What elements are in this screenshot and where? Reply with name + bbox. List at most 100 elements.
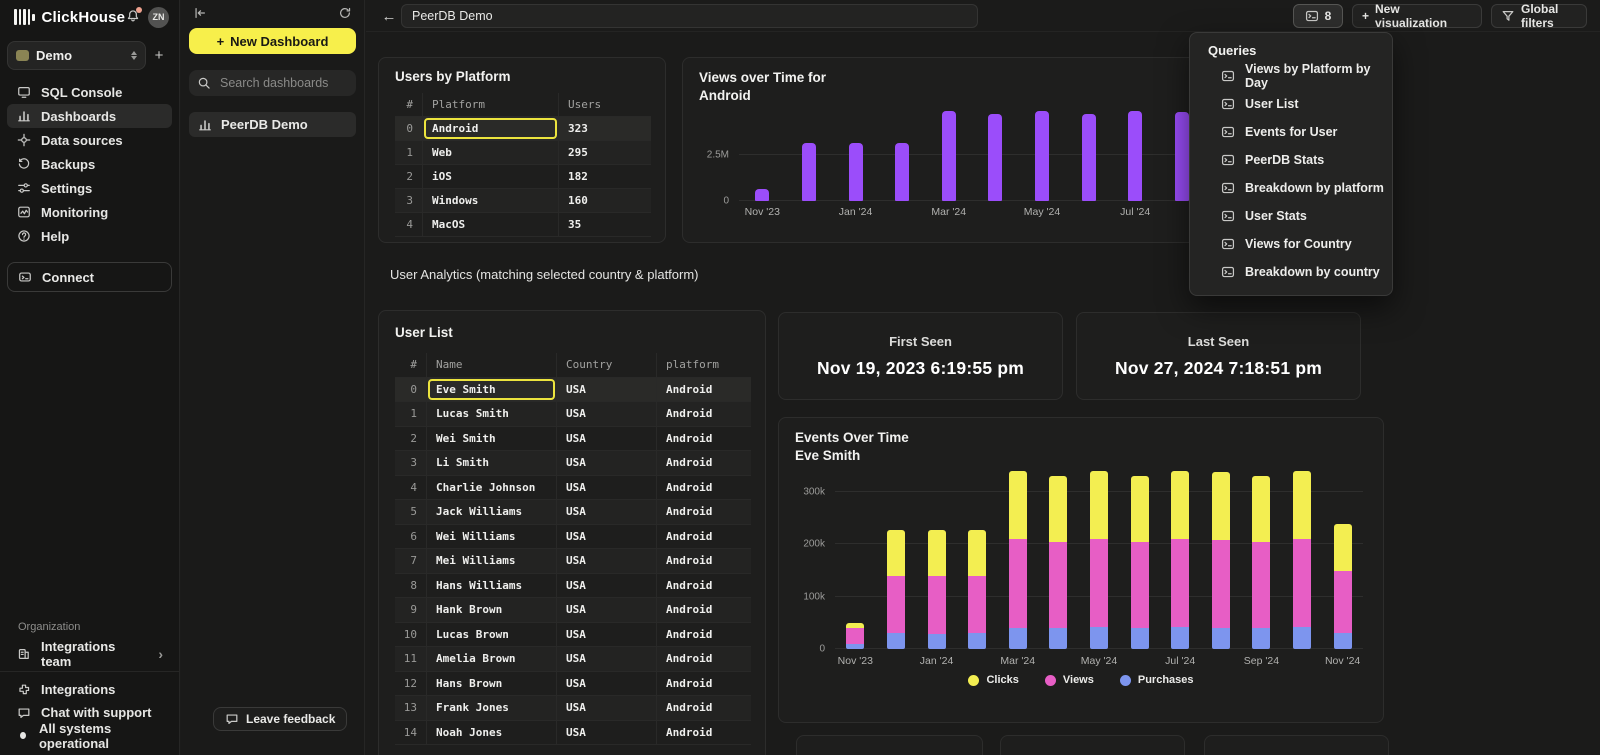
table-row[interactable]: 3Li SmithUSAAndroid <box>395 451 751 476</box>
table-cell[interactable]: 12 <box>395 672 427 696</box>
table-cell[interactable]: Wei Williams <box>427 525 557 549</box>
table-cell[interactable]: 3 <box>395 451 427 475</box>
refresh-icon[interactable] <box>338 6 352 20</box>
table-row[interactable]: 4MacOS35 <box>395 213 651 237</box>
table-cell[interactable]: USA <box>557 378 657 402</box>
table-row[interactable]: 5Jack WilliamsUSAAndroid <box>395 500 751 525</box>
table-cell[interactable]: USA <box>557 402 657 426</box>
table-row[interactable]: 1Web295 <box>395 141 651 165</box>
query-menu-item[interactable]: User Stats <box>1190 202 1392 230</box>
sidebar-item-sql-console[interactable]: SQL Console <box>7 80 172 104</box>
sidebar-item-help[interactable]: Help <box>7 224 172 248</box>
sidebar-item-dashboards[interactable]: Dashboards <box>7 104 172 128</box>
table-cell[interactable]: iOS <box>423 165 559 188</box>
table-row[interactable]: 0Eve SmithUSAAndroid <box>395 378 751 403</box>
sidebar-item-data-sources[interactable]: Data sources <box>7 128 172 152</box>
table-cell[interactable]: 160 <box>559 189 651 212</box>
table-cell[interactable]: USA <box>557 525 657 549</box>
table-cell[interactable]: 2 <box>395 165 423 188</box>
table-row[interactable]: 9Hank BrownUSAAndroid <box>395 598 751 623</box>
table-cell[interactable]: Android <box>657 427 751 451</box>
query-menu-item[interactable]: Views by Platform by Day <box>1190 62 1392 90</box>
table-cell[interactable]: 14 <box>395 721 427 745</box>
avatar[interactable]: ZN <box>148 7 169 28</box>
table-cell[interactable]: Jack Williams <box>427 500 557 524</box>
table-cell[interactable]: Mei Williams <box>427 549 557 573</box>
table-cell[interactable]: Android <box>657 476 751 500</box>
table-cell[interactable]: Hank Brown <box>427 598 557 622</box>
table-cell[interactable]: Web <box>423 141 559 164</box>
table-cell[interactable]: Android <box>657 672 751 696</box>
table-cell[interactable]: Android <box>657 549 751 573</box>
table-row[interactable]: 0Android323 <box>395 117 651 141</box>
table-cell[interactable]: Android <box>657 525 751 549</box>
table-cell[interactable]: USA <box>557 451 657 475</box>
table-cell[interactable]: USA <box>557 672 657 696</box>
search-input[interactable] <box>218 75 383 91</box>
table-cell[interactable]: 0 <box>395 378 427 402</box>
table-cell[interactable]: Hans Brown <box>427 672 557 696</box>
table-cell[interactable]: USA <box>557 696 657 720</box>
table-cell[interactable]: Android <box>657 574 751 598</box>
sidebar-item-monitoring[interactable]: Monitoring <box>7 200 172 224</box>
new-dashboard-button[interactable]: + New Dashboard <box>189 28 356 54</box>
footer-item-integrations[interactable]: Integrations <box>7 678 173 701</box>
table-cell[interactable]: USA <box>557 549 657 573</box>
table-cell[interactable]: 1 <box>395 402 427 426</box>
query-menu-item[interactable]: User List <box>1190 90 1392 118</box>
table-cell[interactable]: Android <box>657 402 751 426</box>
table-cell[interactable]: Lucas Brown <box>427 623 557 647</box>
table-cell[interactable]: Amelia Brown <box>427 647 557 671</box>
table-cell[interactable]: Wei Smith <box>427 427 557 451</box>
legend-item-purchases[interactable]: Purchases <box>1120 674 1194 686</box>
table-cell[interactable]: 5 <box>395 500 427 524</box>
table-row[interactable]: 2iOS182 <box>395 165 651 189</box>
query-menu-item[interactable]: Breakdown by country <box>1190 258 1392 286</box>
table-row[interactable]: 1Lucas SmithUSAAndroid <box>395 402 751 427</box>
selected-cell[interactable]: Android <box>423 117 559 140</box>
queries-button[interactable]: 8 <box>1293 4 1343 28</box>
table-cell[interactable]: USA <box>557 476 657 500</box>
back-button[interactable]: ← <box>379 6 399 26</box>
table-row[interactable]: 3Windows160 <box>395 189 651 213</box>
table-row[interactable]: 8Hans WilliamsUSAAndroid <box>395 574 751 599</box>
table-cell[interactable]: Android <box>657 696 751 720</box>
global-filters-button[interactable]: Global filters <box>1491 4 1587 28</box>
table-cell[interactable]: USA <box>557 623 657 647</box>
table-cell[interactable]: 11 <box>395 647 427 671</box>
notifications-button[interactable] <box>126 9 140 26</box>
dashboard-list-item[interactable]: PeerDB Demo <box>189 112 356 137</box>
table-row[interactable]: 2Wei SmithUSAAndroid <box>395 427 751 452</box>
sidebar-item-integrations-team[interactable]: Integrations team › <box>7 641 173 667</box>
table-cell[interactable]: USA <box>557 721 657 745</box>
table-cell[interactable]: MacOS <box>423 213 559 236</box>
table-row[interactable]: 11Amelia BrownUSAAndroid <box>395 647 751 672</box>
table-row[interactable]: 12Hans BrownUSAAndroid <box>395 672 751 697</box>
table-cell[interactable]: Hans Williams <box>427 574 557 598</box>
table-cell[interactable]: Frank Jones <box>427 696 557 720</box>
table-cell[interactable]: 8 <box>395 574 427 598</box>
table-row[interactable]: 13Frank JonesUSAAndroid <box>395 696 751 721</box>
selected-cell[interactable]: Eve Smith <box>427 378 557 402</box>
table-cell[interactable]: Android <box>657 598 751 622</box>
table-cell[interactable]: USA <box>557 598 657 622</box>
table-row[interactable]: 10Lucas BrownUSAAndroid <box>395 623 751 648</box>
table-cell[interactable]: 1 <box>395 141 423 164</box>
table-cell[interactable]: 182 <box>559 165 651 188</box>
table-cell[interactable]: 0 <box>395 117 423 140</box>
connect-button[interactable]: Connect <box>7 262 172 292</box>
table-cell[interactable]: 35 <box>559 213 651 236</box>
table-cell[interactable]: 4 <box>395 476 427 500</box>
table-cell[interactable]: 6 <box>395 525 427 549</box>
table-cell[interactable]: 323 <box>559 117 651 140</box>
table-cell[interactable]: USA <box>557 574 657 598</box>
table-cell[interactable]: Android <box>657 721 751 745</box>
table-cell[interactable]: 10 <box>395 623 427 647</box>
table-cell[interactable]: 295 <box>559 141 651 164</box>
new-visualization-button[interactable]: + New visualization <box>1352 4 1482 28</box>
workspace-selector[interactable]: Demo <box>7 41 146 70</box>
query-menu-item[interactable]: PeerDB Stats <box>1190 146 1392 174</box>
table-row[interactable]: 7Mei WilliamsUSAAndroid <box>395 549 751 574</box>
table-cell[interactable]: 4 <box>395 213 423 236</box>
table-cell[interactable]: Android <box>657 500 751 524</box>
